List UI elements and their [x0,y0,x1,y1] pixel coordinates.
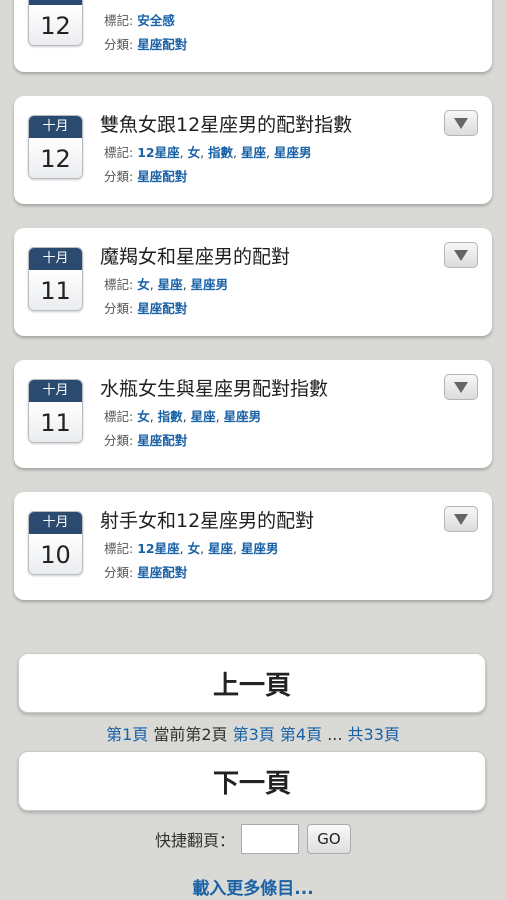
calendar-month: 十月 [29,116,82,138]
article-category: 分類: 星座配對 [104,565,188,580]
date-calendar-icon: 十月 11 [28,379,83,443]
go-button[interactable]: GO [307,824,351,854]
article-tags: 標記: 女, 指數, 星座, 星座男 [104,409,262,424]
calendar-day: 12 [29,138,82,178]
article-tags: 標記: 12星座, 女, 指數, 星座, 星座男 [104,145,312,160]
tag-link[interactable]: 星座男 [241,541,279,556]
article-title[interactable]: 射手女和12星座男的配對 [100,506,314,533]
category-link[interactable]: 星座配對 [137,169,187,184]
calendar-day: 11 [29,402,82,442]
calendar-month: 十月 [29,512,82,534]
date-calendar-icon: 十月 11 [28,247,83,311]
dropdown-button[interactable] [444,110,478,136]
tag-link[interactable]: 安全感 [137,13,175,28]
load-more-link[interactable]: 載入更多條目... [0,874,506,899]
tag-link[interactable]: 星座男 [191,277,229,292]
date-calendar-icon: 十月 10 [28,511,83,575]
page-link-3[interactable]: 第3頁 [233,725,275,744]
tag-link[interactable]: 指數 [158,409,183,424]
triangle-down-icon [454,117,468,129]
triangle-down-icon [454,249,468,261]
tag-link[interactable]: 星座男 [274,145,312,160]
category-link[interactable]: 星座配對 [137,565,187,580]
article-tags: 標記: 女, 星座, 星座男 [104,277,229,292]
tag-link[interactable]: 女 [188,541,201,556]
quick-jump-label: 快捷翻頁： [154,831,235,850]
tag-link[interactable]: 12星座 [137,145,179,160]
page-number-input[interactable] [241,824,299,854]
tag-link[interactable]: 星座 [241,145,266,160]
calendar-day: 11 [29,270,82,310]
category-link[interactable]: 星座配對 [137,37,187,52]
tag-link[interactable]: 星座 [191,409,216,424]
tag-link[interactable]: 12星座 [137,541,179,556]
triangle-down-icon [454,381,468,393]
dropdown-button[interactable] [444,506,478,532]
article-title[interactable]: 雙魚女跟12星座男的配對指數 [100,110,352,137]
tag-link[interactable]: 女 [188,145,201,160]
quick-jump: 快捷翻頁： GO [0,824,506,854]
page-link-1[interactable]: 第1頁 [106,725,148,744]
dropdown-button[interactable] [444,242,478,268]
tag-link[interactable]: 星座男 [224,409,262,424]
article-card[interactable]: 十月 11 魔羯女和星座男的配對 標記: 女, 星座, 星座男 分類: 星座配對 [14,228,492,336]
calendar-month: 十月 [29,380,82,402]
article-title[interactable]: 水瓶女生與星座男配對指數 [100,374,328,401]
dropdown-button[interactable] [444,374,478,400]
category-link[interactable]: 星座配對 [137,433,187,448]
calendar-day: 12 [29,5,82,45]
article-tags: 標記: 安全感 [104,13,175,28]
article-card[interactable]: 十月 12 標記: 安全感 分類: 星座配對 [14,0,492,72]
page-link-4[interactable]: 第4頁 [280,725,322,744]
prev-page-button[interactable]: 上一頁 [18,653,486,713]
next-page-button[interactable]: 下一頁 [18,751,486,811]
article-category: 分類: 星座配對 [104,301,188,316]
tag-link[interactable]: 女 [137,409,150,424]
page-total-link[interactable]: 共33頁 [348,725,400,744]
date-calendar-icon: 十月 12 [28,115,83,179]
current-page: 當前第2頁 [153,725,228,744]
calendar-day: 10 [29,534,82,574]
article-card[interactable]: 十月 11 水瓶女生與星座男配對指數 標記: 女, 指數, 星座, 星座男 分類… [14,360,492,468]
date-calendar-icon: 十月 12 [28,0,83,46]
triangle-down-icon [454,513,468,525]
article-card[interactable]: 十月 10 射手女和12星座男的配對 標記: 12星座, 女, 星座, 星座男 … [14,492,492,600]
category-link[interactable]: 星座配對 [137,301,187,316]
pagination: 第1頁 當前第2頁 第3頁 第4頁 ... 共33頁 [0,721,506,745]
article-title[interactable]: 魔羯女和星座男的配對 [100,242,290,269]
article-tags: 標記: 12星座, 女, 星座, 星座男 [104,541,279,556]
tag-link[interactable]: 指數 [208,145,233,160]
article-category: 分類: 星座配對 [104,169,188,184]
article-card[interactable]: 十月 12 雙魚女跟12星座男的配對指數 標記: 12星座, 女, 指數, 星座… [14,96,492,204]
tag-link[interactable]: 星座 [208,541,233,556]
article-category: 分類: 星座配對 [104,433,188,448]
calendar-month: 十月 [29,248,82,270]
article-category: 分類: 星座配對 [104,37,188,52]
tag-link[interactable]: 星座 [158,277,183,292]
tag-link[interactable]: 女 [137,277,150,292]
pager-ellipsis: ... [327,725,343,744]
